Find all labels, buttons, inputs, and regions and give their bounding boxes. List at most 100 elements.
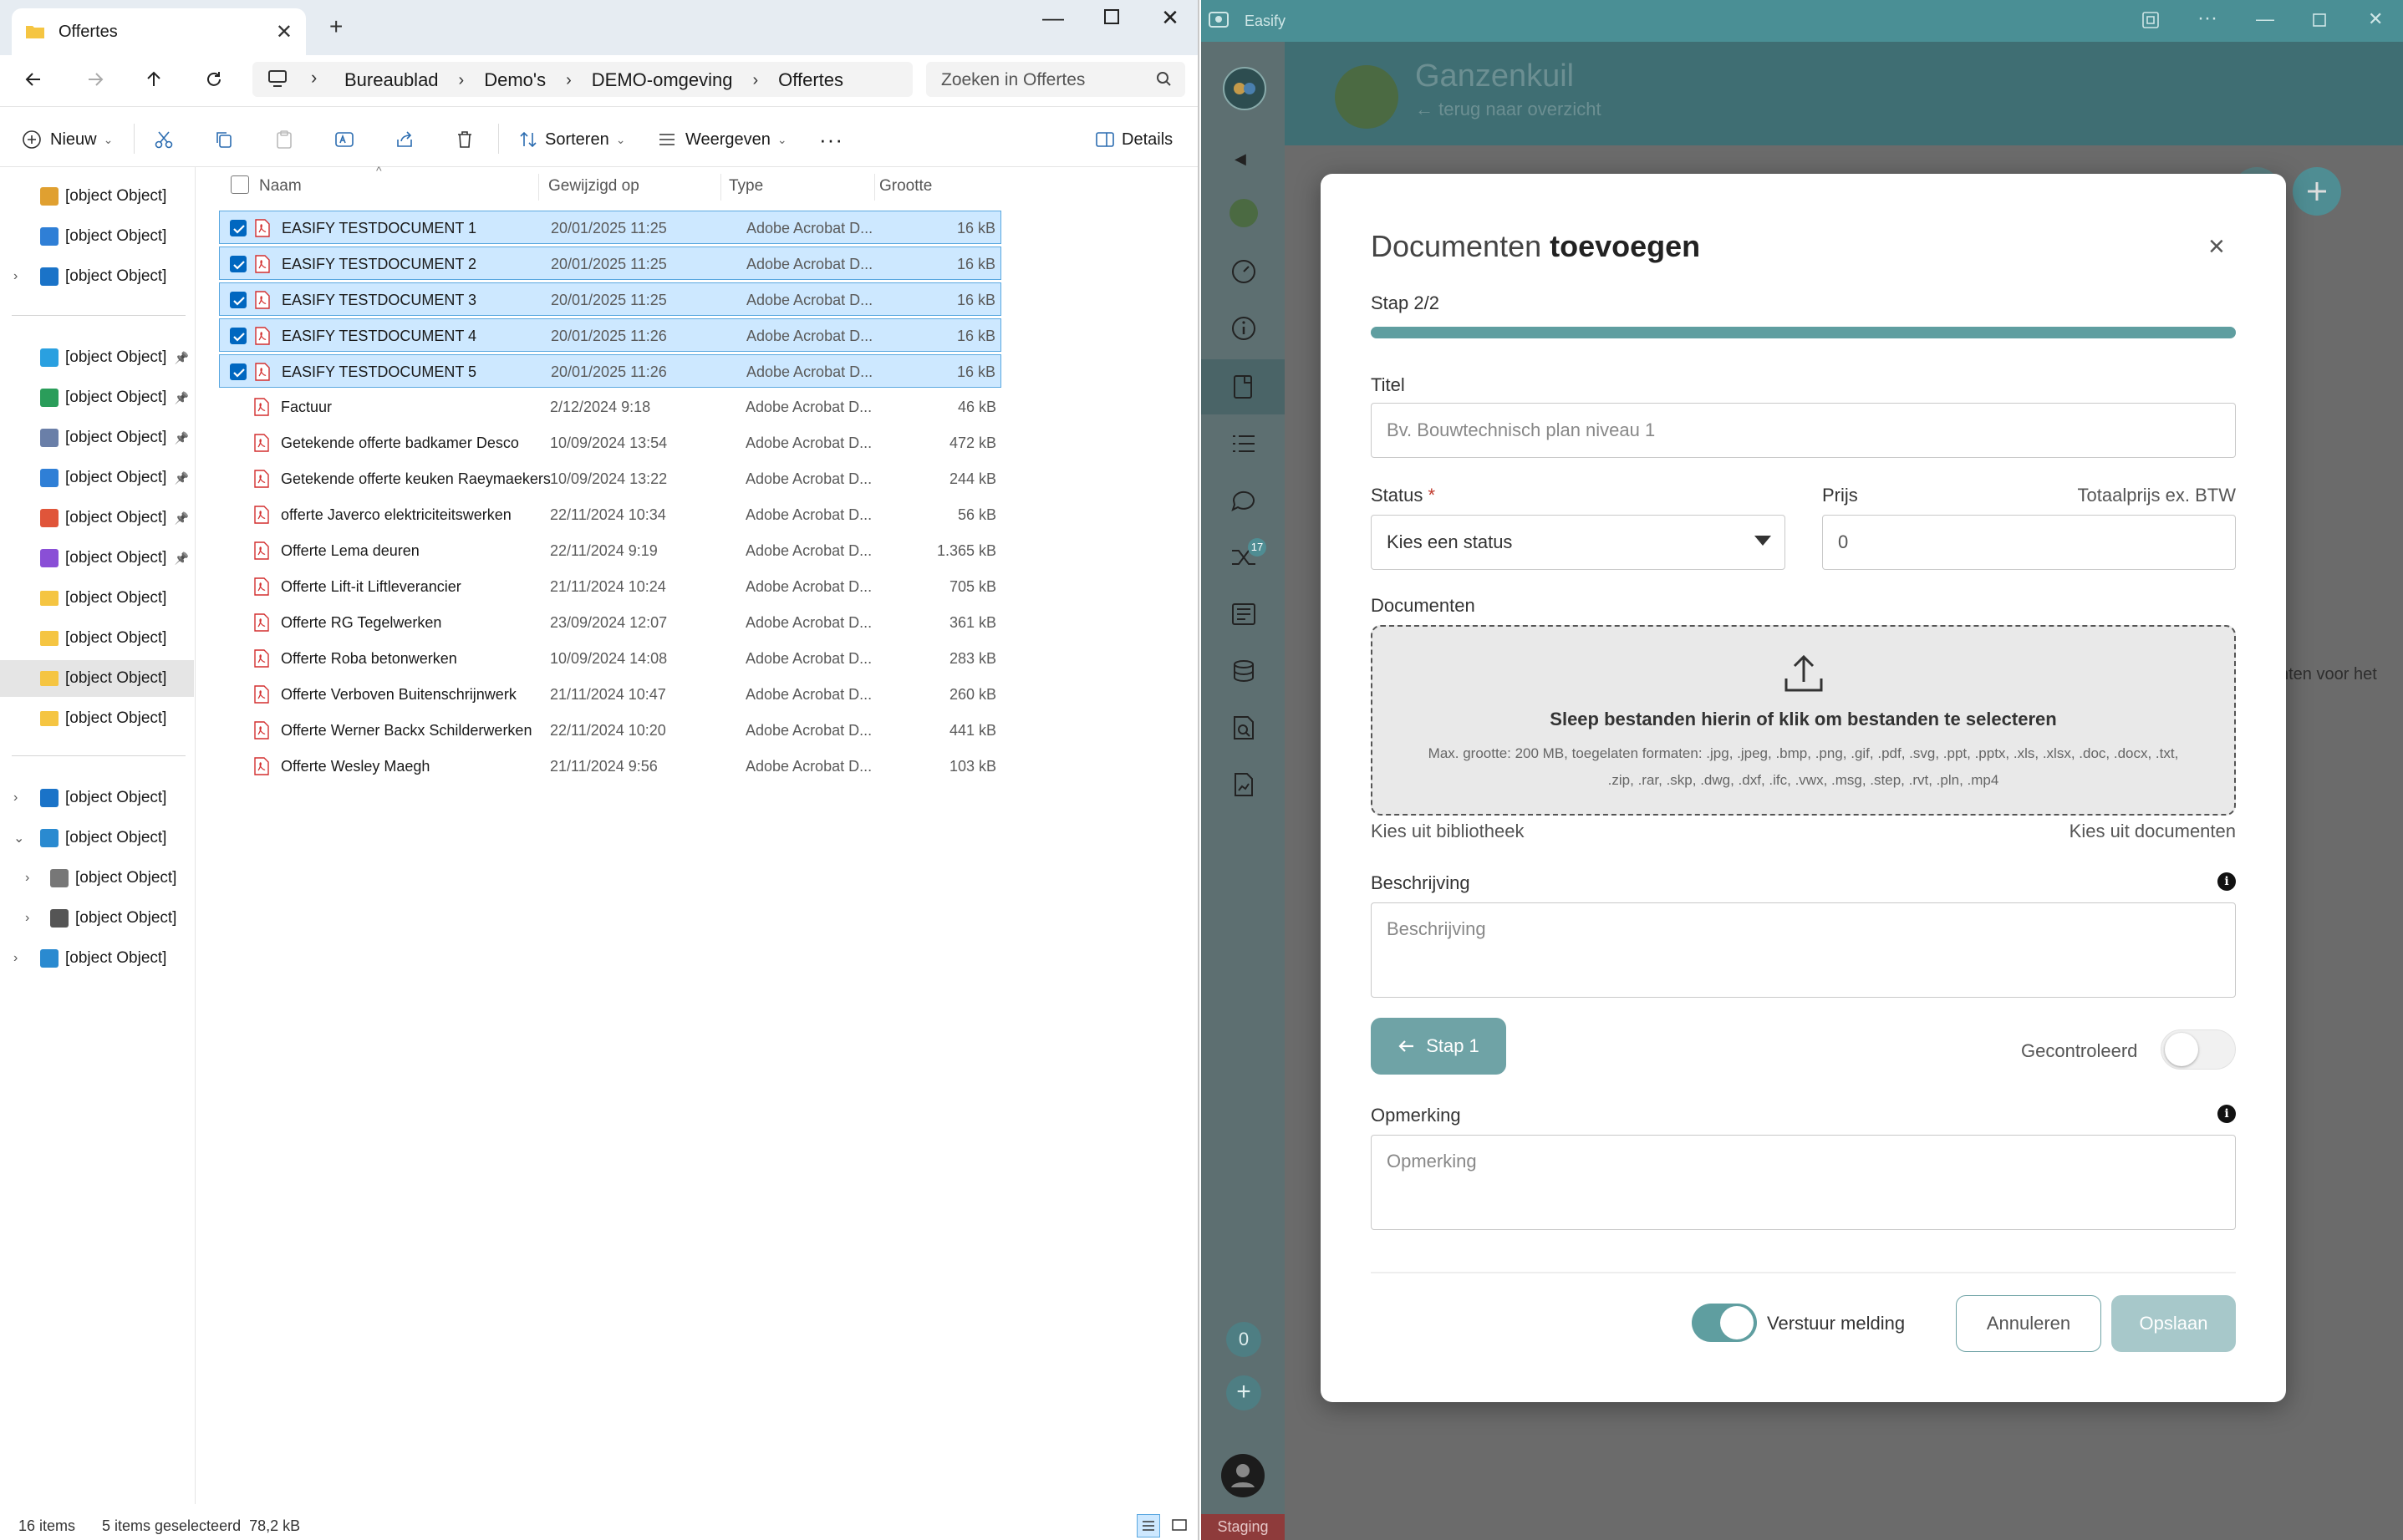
row-checkbox[interactable] (230, 220, 247, 236)
close-window-icon[interactable]: ✕ (1153, 5, 1187, 31)
new-tab-icon[interactable]: + (329, 13, 343, 40)
documents-icon[interactable] (1230, 373, 1258, 401)
maximize-icon[interactable] (1095, 3, 1128, 28)
file-row[interactable]: EASIFY TESTDOCUMENT 5 20/01/2025 11:26 Ado… (219, 354, 1001, 388)
pin-icon[interactable]: 📌 (175, 471, 189, 485)
more-options-icon[interactable]: ··· (819, 127, 843, 152)
file-row[interactable]: EASIFY TESTDOCUMENT 2 20/01/2025 11:25 Ado… (219, 247, 1001, 280)
nav-item-galerie[interactable]: [object Object] (0, 218, 194, 255)
info-icon[interactable]: i (2217, 1105, 2236, 1123)
choose-from-documents-link[interactable]: Kies uit documenten (1989, 821, 2236, 842)
column-header-size[interactable]: Grootte (879, 177, 932, 196)
file-row[interactable]: Offerte RG Tegelwerken 23/09/2024 12:07 Ad… (219, 606, 1001, 639)
file-row[interactable]: Offerte Lift-it Liftleverancier 21/11/202… (219, 570, 1001, 603)
info-icon[interactable]: i (2217, 872, 2236, 891)
prijs-input[interactable]: 0 (1822, 515, 2236, 570)
pin-icon[interactable]: 📌 (175, 551, 189, 566)
chevron-right-icon[interactable]: › (25, 911, 29, 926)
nav-item-offertes[interactable]: [object Object] (0, 660, 194, 697)
file-row[interactable]: Offerte Werner Backx Schilderwerken 22/11… (219, 714, 1001, 747)
previous-step-button[interactable]: Stap 1 (1371, 1018, 1506, 1075)
nav-item-grondplannen-app[interactable]: [object Object] (0, 580, 194, 617)
dashboard-icon[interactable] (1230, 257, 1258, 286)
newspaper-icon[interactable] (1230, 600, 1258, 628)
report-icon[interactable] (1230, 770, 1258, 799)
breadcrumb-item[interactable]: Demo's (484, 69, 546, 91)
nav-item-deze-pc[interactable]: ⌄ [object Object] (0, 820, 194, 856)
nav-item-netwerk[interactable]: › [object Object] (0, 940, 194, 977)
rename-icon[interactable] (334, 127, 354, 152)
row-checkbox[interactable] (230, 328, 247, 344)
minimize-icon[interactable]: — (2256, 8, 2274, 30)
nav-item-afbeeldingen[interactable]: [object Object] 📌 (0, 460, 194, 496)
status-select[interactable]: Kies een status (1371, 515, 1785, 570)
pin-icon[interactable]: 📌 (175, 351, 189, 365)
beschrijving-textarea[interactable]: Beschrijving (1371, 902, 2236, 998)
breadcrumb-item[interactable]: Offertes (778, 69, 843, 91)
nav-item-onedrive-persona[interactable]: › [object Object] (0, 258, 194, 295)
add-icon[interactable]: + (1226, 1375, 1261, 1410)
file-row[interactable]: offerte Javerco elektriciteitswerken 22/1… (219, 498, 1001, 531)
collapse-sidebar-icon[interactable]: ◀ (1235, 150, 1246, 168)
file-row[interactable]: Getekende offerte badkamer Desco 10/09/20… (219, 426, 1001, 460)
row-checkbox[interactable] (230, 363, 247, 380)
select-all-checkbox[interactable] (231, 175, 249, 194)
nav-item-demo-s[interactable]: [object Object] (0, 700, 194, 737)
refresh-icon[interactable] (197, 67, 231, 92)
tab-offertes[interactable]: Offertes ✕ (12, 8, 306, 55)
nav-item-bureaublad[interactable]: [object Object] 📌 (0, 339, 194, 376)
cut-icon[interactable] (154, 127, 174, 152)
delete-icon[interactable] (455, 127, 475, 152)
paste-icon[interactable] (274, 127, 294, 152)
file-row[interactable]: Offerte Verboven Buitenschrijnwerk 21/11/… (219, 678, 1001, 711)
logo-icon[interactable] (1223, 67, 1266, 110)
file-row[interactable]: Offerte Roba betonwerken 10/09/2024 14:08… (219, 642, 1001, 675)
chat-icon[interactable] (1230, 486, 1258, 515)
chevron-right-icon[interactable]: › (25, 871, 29, 886)
file-dropzone[interactable]: Sleep bestanden hierin of klik om bestan… (1371, 625, 2236, 816)
nav-item-thuis[interactable]: [object Object] (0, 178, 194, 215)
file-row[interactable]: Getekende offerte keuken Raeymaekers 10/0… (219, 462, 1001, 496)
nav-item-documenten[interactable]: [object Object] 📌 (0, 419, 194, 456)
save-button[interactable]: Opslaan (2111, 1295, 2236, 1352)
file-row[interactable]: EASIFY TESTDOCUMENT 4 20/01/2025 11:26 Ado… (219, 318, 1001, 352)
row-checkbox[interactable] (230, 256, 247, 272)
opmerking-textarea[interactable]: Opmerking (1371, 1135, 2236, 1230)
column-header-name[interactable]: Naam (259, 177, 302, 196)
pin-icon[interactable]: 📌 (175, 511, 189, 526)
maximize-icon[interactable] (2309, 10, 2329, 30)
sort-button[interactable]: Sorteren ⌄ (518, 127, 625, 152)
up-icon[interactable] (137, 67, 171, 92)
chevron-right-icon[interactable]: › (13, 951, 18, 966)
file-row[interactable]: EASIFY TESTDOCUMENT 3 20/01/2025 11:25 Ado… (219, 282, 1001, 316)
breadcrumb-item[interactable]: Bureaublad (344, 69, 439, 91)
tasks-icon[interactable] (1230, 429, 1258, 458)
tiles-view-icon[interactable] (1168, 1514, 1192, 1537)
pin-icon[interactable]: 📌 (175, 391, 189, 405)
titel-input[interactable]: Bv. Bouwtechnisch plan niveau 1 (1371, 403, 2236, 458)
add-icon[interactable] (2293, 167, 2341, 216)
chevron-right-icon[interactable]: › (13, 790, 18, 806)
counter-badge[interactable]: 0 (1226, 1322, 1261, 1357)
nav-item-local-disk-c[interactable]: › [object Object] (0, 860, 194, 897)
view-button[interactable]: Weergeven ⌄ (657, 127, 787, 152)
file-row[interactable]: EASIFY TESTDOCUMENT 1 20/01/2025 11:25 Ado… (219, 211, 1001, 244)
minimize-icon[interactable]: — (1036, 5, 1070, 31)
project-avatar[interactable] (1230, 199, 1258, 227)
choose-from-library-link[interactable]: Kies uit bibliotheek (1371, 821, 1524, 842)
search-input[interactable]: Zoeken in Offertes (926, 62, 1185, 97)
forward-icon[interactable] (79, 67, 112, 92)
file-row[interactable]: Factuur 2/12/2024 9:18 Adobe Acrobat D... 4… (219, 390, 1001, 424)
share-icon[interactable] (395, 127, 415, 152)
document-search-icon[interactable] (1230, 714, 1258, 742)
verstuur-melding-toggle[interactable] (1692, 1304, 1757, 1342)
file-row[interactable]: Offerte Lema deuren 22/11/2024 9:19 Adobe … (219, 534, 1001, 567)
row-checkbox[interactable] (230, 292, 247, 308)
close-tab-icon[interactable]: ✕ (276, 20, 293, 44)
copy-icon[interactable] (214, 127, 234, 152)
column-header-type[interactable]: Type (729, 177, 763, 196)
new-button[interactable]: Nieuw ⌄ (22, 127, 113, 152)
details-button[interactable]: Details (1095, 127, 1173, 152)
user-avatar[interactable] (1221, 1454, 1265, 1497)
chevron-down-icon[interactable]: ⌄ (13, 830, 24, 846)
